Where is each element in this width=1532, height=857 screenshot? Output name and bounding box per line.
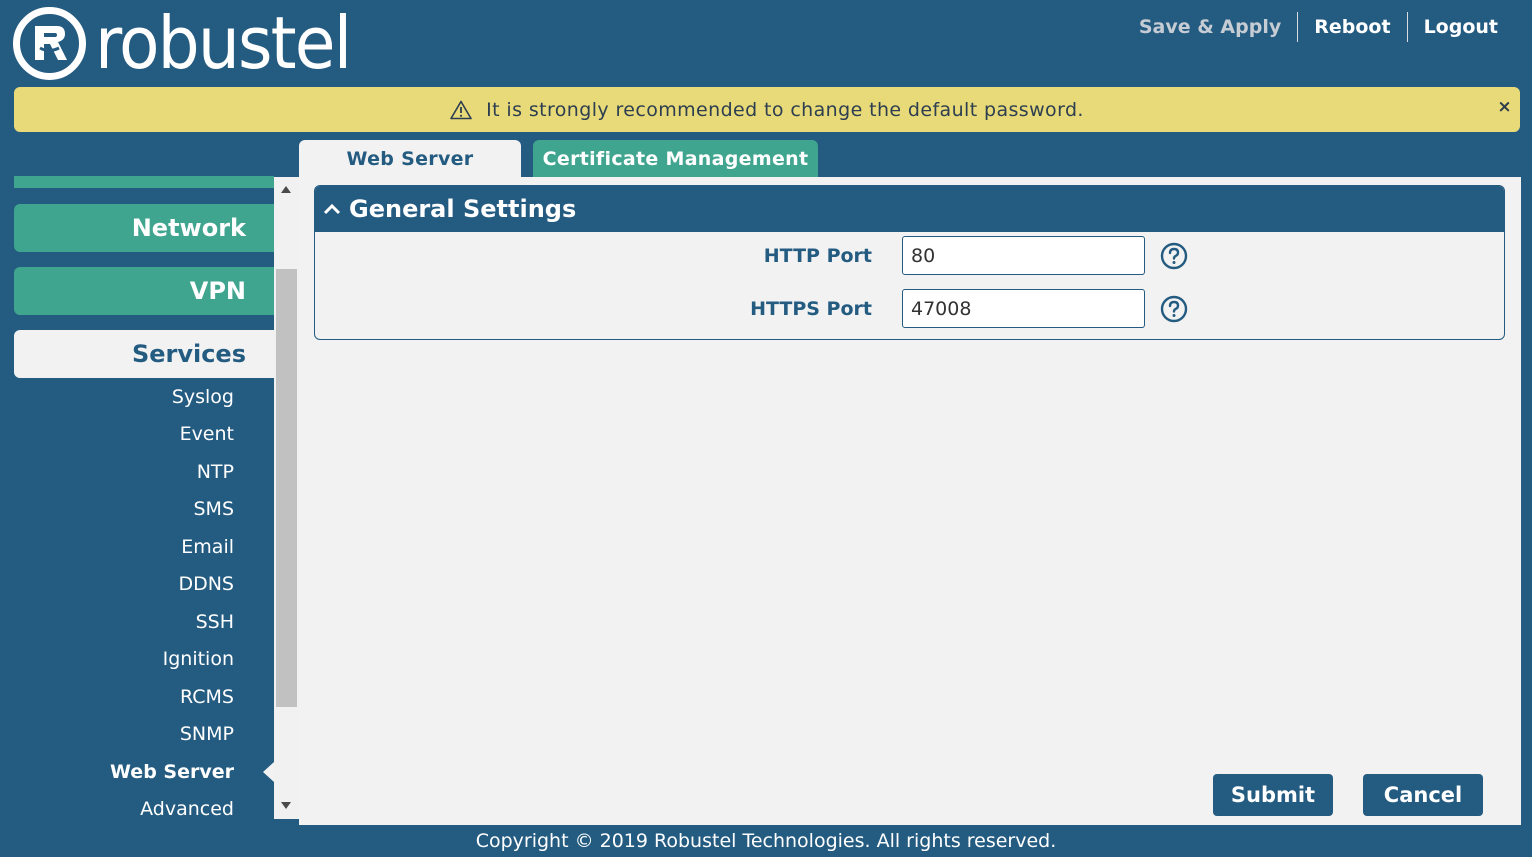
scrollbar-thumb[interactable] <box>276 269 297 707</box>
tab-certificate-management[interactable]: Certificate Management <box>533 140 818 178</box>
sidebar-item-rcms[interactable]: RCMS <box>0 678 274 716</box>
active-item-caret-icon <box>263 761 274 782</box>
http-port-label: HTTP Port <box>763 245 872 267</box>
brand-name: robustel <box>95 1 352 85</box>
sidebar-item-email[interactable]: Email <box>0 528 274 566</box>
https-port-input[interactable] <box>902 289 1145 328</box>
robustel-logo: robustel <box>13 5 372 81</box>
sidebar-scrollbar[interactable] <box>274 177 299 819</box>
panel-header[interactable]: General Settings <box>315 186 1504 232</box>
sidebar-item-sms[interactable]: SMS <box>0 491 274 529</box>
sidebar-item-label: Web Server <box>110 760 234 783</box>
services-submenu: Syslog Event NTP SMS Email DDNS SSH Igni… <box>0 378 274 826</box>
sidebar-item-event[interactable]: Event <box>0 416 274 454</box>
footer-copyright: Copyright © 2019 Robustel Technologies. … <box>475 830 1057 852</box>
help-icon[interactable] <box>1160 242 1188 270</box>
sidebar-item-ssh[interactable]: SSH <box>0 603 274 641</box>
sidebar-item-ignition[interactable]: Ignition <box>0 641 274 679</box>
scroll-up-icon[interactable] <box>281 186 291 193</box>
banner-message: It is strongly recommended to change the… <box>486 98 1084 121</box>
reboot-button[interactable]: Reboot <box>1298 12 1406 42</box>
sidebar-item-ddns[interactable]: DDNS <box>0 566 274 604</box>
scroll-down-icon[interactable] <box>281 802 291 809</box>
http-port-row: HTTP Port <box>315 236 1504 276</box>
save-apply-button[interactable]: Save & Apply <box>1123 12 1297 42</box>
general-settings-panel: General Settings HTTP Port HTTPS Port <box>314 185 1505 340</box>
help-icon[interactable] <box>1160 295 1188 323</box>
chevron-up-icon[interactable] <box>323 202 341 216</box>
tab-web-server[interactable]: Web Server <box>299 140 521 178</box>
password-warning-banner: It is strongly recommended to change the… <box>14 87 1520 132</box>
close-icon[interactable]: × <box>1497 97 1512 117</box>
submit-button[interactable]: Submit <box>1213 774 1333 816</box>
sidebar-section-services[interactable]: Services <box>14 330 274 378</box>
main-content: General Settings HTTP Port HTTPS Port Su… <box>299 177 1521 825</box>
sidebar-section-partial[interactable] <box>14 176 274 188</box>
https-port-row: HTTPS Port <box>315 289 1504 329</box>
http-port-input[interactable] <box>902 236 1145 275</box>
sidebar: Network VPN Services Syslog Event NTP SM… <box>0 176 300 826</box>
sidebar-item-advanced[interactable]: Advanced <box>0 791 274 827</box>
warning-icon <box>450 100 472 120</box>
sidebar-item-snmp[interactable]: SNMP <box>0 716 274 754</box>
cancel-button[interactable]: Cancel <box>1363 774 1483 816</box>
logout-button[interactable]: Logout <box>1408 12 1514 42</box>
sidebar-section-vpn[interactable]: VPN <box>14 267 274 315</box>
https-port-label: HTTPS Port <box>750 298 872 320</box>
top-actions: Save & Apply Reboot Logout <box>1123 12 1514 42</box>
sidebar-item-syslog[interactable]: Syslog <box>0 378 274 416</box>
panel-title: General Settings <box>349 195 577 223</box>
sidebar-item-web-server[interactable]: Web Server <box>0 753 274 791</box>
robustel-logo-icon <box>13 6 86 80</box>
sidebar-section-network[interactable]: Network <box>14 204 274 252</box>
sidebar-item-ntp[interactable]: NTP <box>0 453 274 491</box>
